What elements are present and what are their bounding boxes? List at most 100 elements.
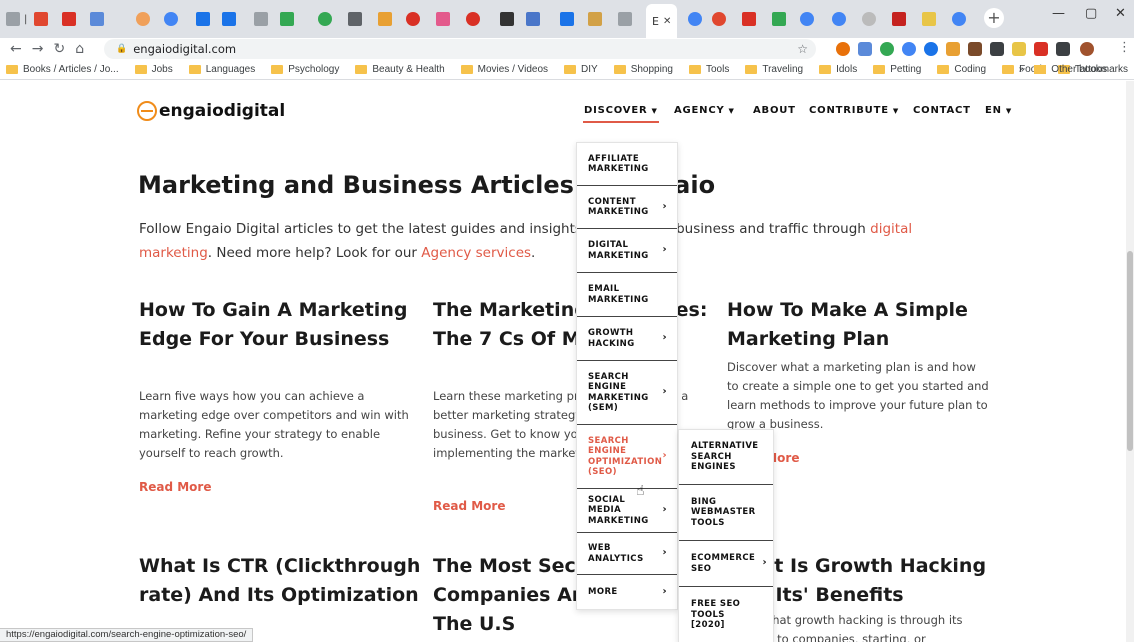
tab-31[interactable] (952, 6, 966, 32)
tab-27[interactable] (832, 6, 846, 32)
tab-25[interactable] (772, 6, 786, 32)
extension-icon[interactable] (836, 42, 850, 56)
bookmark-folder[interactable]: Petting (873, 64, 921, 75)
extension-icon[interactable] (902, 42, 916, 56)
close-icon[interactable]: | (24, 14, 27, 25)
tab-1[interactable]: | (6, 6, 27, 32)
bookmark-folder[interactable]: Shopping (613, 64, 673, 75)
tab-2[interactable] (34, 6, 48, 32)
tab-21[interactable] (618, 6, 632, 32)
tab-15[interactable] (436, 6, 450, 32)
nav-language[interactable]: EN ▼ (985, 105, 1012, 116)
tab-20[interactable] (588, 6, 602, 32)
bookmark-folder[interactable]: Psychology (271, 64, 339, 75)
bookmark-folder[interactable]: Jobs (134, 64, 173, 75)
tab-7[interactable] (196, 6, 210, 32)
menu-item-free-seo-tools[interactable]: FREE SEO TOOLS [2020] (679, 587, 773, 642)
bookmark-folder[interactable]: Languages (188, 64, 255, 75)
scrollbar-thumb[interactable] (1127, 251, 1133, 451)
reload-icon[interactable]: ↻ (53, 41, 65, 57)
tab-18[interactable] (526, 6, 540, 32)
extension-icon[interactable] (858, 42, 872, 56)
nav-contact[interactable]: CONTACT (913, 105, 971, 116)
extension-icon[interactable] (968, 42, 982, 56)
tab-16[interactable] (466, 6, 480, 32)
lock-icon[interactable]: 🔒 (116, 44, 127, 54)
address-bar[interactable]: 🔒 engaiodigital.com ☆ (104, 39, 816, 59)
tab-26[interactable] (800, 6, 814, 32)
menu-item-content-marketing[interactable]: CONTENT MARKETING › (577, 186, 677, 229)
forward-icon[interactable]: → (32, 41, 44, 57)
menu-item-alternative-search-engines[interactable]: ALTERNATIVE SEARCH ENGINES (679, 430, 773, 485)
close-window-icon[interactable]: ✕ (1115, 6, 1126, 21)
close-icon[interactable]: ✕ (663, 16, 671, 27)
bookmark-folder[interactable]: Idols (819, 64, 857, 75)
tab-29[interactable] (892, 6, 906, 32)
bookmark-folder[interactable]: Books / Articles / Jo... (6, 64, 119, 75)
extension-icon[interactable] (924, 42, 938, 56)
site-logo[interactable]: engaiodigital (137, 101, 285, 121)
tab-4[interactable] (90, 6, 104, 32)
extension-icon[interactable] (880, 42, 894, 56)
back-icon[interactable]: ← (10, 41, 22, 57)
tab-19[interactable] (560, 6, 574, 32)
tab-10[interactable] (280, 6, 294, 32)
menu-item-ecommerce-seo[interactable]: ECOMMERCE SEO › (679, 541, 773, 587)
page-scrollbar[interactable] (1126, 81, 1134, 642)
article-title[interactable]: How To Gain A Marketing Edge For Your Bu… (139, 296, 409, 354)
tab-28[interactable] (862, 6, 876, 32)
tab-23[interactable] (712, 6, 726, 32)
menu-item-email-marketing[interactable]: EMAIL MARKETING (577, 273, 677, 317)
menu-item-bing-webmaster-tools[interactable]: BING WEBMASTER TOOLS (679, 485, 773, 541)
read-more-link[interactable]: Read More (139, 480, 212, 494)
bookmark-folder[interactable]: Beauty & Health (355, 64, 445, 75)
tab-13[interactable] (378, 6, 392, 32)
read-more-link[interactable]: Read More (433, 499, 506, 513)
home-icon[interactable]: ⌂ (75, 41, 84, 57)
article-title[interactable]: What Is CTR (Clickthrough rate) And Its … (139, 552, 429, 610)
menu-kebab-icon[interactable]: ⋮ (1118, 40, 1131, 55)
bookmark-star-icon[interactable]: ☆ (797, 42, 808, 56)
tab-22[interactable] (688, 6, 702, 32)
extension-icon[interactable] (1012, 42, 1026, 56)
extension-icon[interactable] (1034, 42, 1048, 56)
tab-14[interactable] (406, 6, 420, 32)
avatar[interactable] (1080, 42, 1094, 56)
menu-item-more[interactable]: MORE › (577, 575, 677, 609)
menu-item-growth-hacking[interactable]: GROWTH HACKING › (577, 317, 677, 361)
minimize-icon[interactable]: — (1052, 6, 1065, 21)
nav-agency[interactable]: AGENCY ▼ (674, 105, 735, 116)
bookmark-folder[interactable]: Traveling (745, 64, 803, 75)
menu-item-sem[interactable]: SEARCH ENGINE MARKETING (SEM) › (577, 361, 677, 425)
tab-9[interactable] (254, 6, 268, 32)
new-tab-button[interactable]: + (984, 8, 1004, 28)
menu-item-social-media-marketing[interactable]: SOCIAL MEDIA MARKETING › (577, 489, 677, 533)
extension-icon[interactable] (946, 42, 960, 56)
tab-5[interactable] (136, 6, 150, 32)
agency-services-link[interactable]: Agency services (421, 245, 531, 261)
tab-6[interactable] (164, 6, 178, 32)
bookmarks-overflow-button[interactable]: » (1019, 64, 1025, 75)
tab-24[interactable] (742, 6, 756, 32)
extension-icon[interactable] (990, 42, 1004, 56)
menu-item-web-analytics[interactable]: WEB ANALYTICS › (577, 533, 677, 575)
bookmark-folder[interactable]: Tools (688, 64, 729, 75)
tab-12[interactable] (348, 6, 362, 32)
maximize-icon[interactable]: ▢ (1085, 6, 1097, 21)
nav-discover[interactable]: DISCOVER ▼ (584, 105, 658, 116)
tab-8[interactable] (222, 6, 236, 32)
tab-17[interactable] (500, 6, 514, 32)
nav-contribute[interactable]: CONTRIBUTE ▼ (809, 105, 899, 116)
tab-active[interactable]: E ✕ (646, 4, 678, 38)
article-title[interactable]: How To Make A Simple Marketing Plan (727, 296, 1007, 354)
menu-item-affiliate-marketing[interactable]: AFFILIATE MARKETING (577, 143, 677, 186)
bookmark-folder[interactable]: DIY (564, 64, 598, 75)
other-bookmarks[interactable]: » Other bookmarks (1019, 64, 1128, 75)
bookmark-folder[interactable]: Coding (937, 64, 986, 75)
bookmark-folder[interactable]: Movies / Videos (460, 64, 548, 75)
extensions-puzzle-icon[interactable] (1056, 42, 1070, 56)
tab-30[interactable] (922, 6, 936, 32)
menu-item-seo[interactable]: SEARCH ENGINE OPTIMIZATION (SEO) › (577, 425, 677, 489)
nav-about[interactable]: ABOUT (753, 105, 796, 116)
tab-3[interactable] (62, 6, 76, 32)
